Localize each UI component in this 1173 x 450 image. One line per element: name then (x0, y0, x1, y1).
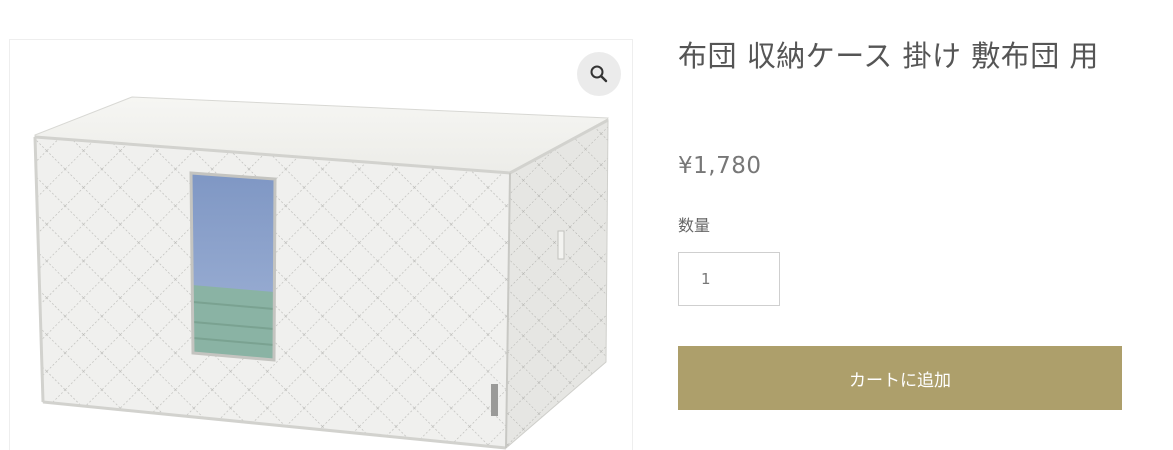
quantity-label: 数量 (678, 216, 711, 235)
quantity-input[interactable] (678, 252, 780, 306)
product-summary: 布団 収納ケース 掛け 敷布団 用 ¥1,780 数量 カートに追加 (678, 36, 1122, 410)
product-title: 布団 収納ケース 掛け 敷布団 用 (678, 39, 1099, 73)
magnifier-icon (590, 65, 608, 83)
product-image[interactable] (10, 40, 633, 450)
product-price: ¥1,780 (678, 153, 762, 179)
zoom-button[interactable] (577, 52, 621, 96)
add-to-cart-button[interactable]: カートに追加 (678, 346, 1122, 410)
product-page: 布団 収納ケース 掛け 敷布団 用 ¥1,780 数量 カートに追加 (0, 0, 1173, 450)
product-gallery (9, 39, 633, 450)
